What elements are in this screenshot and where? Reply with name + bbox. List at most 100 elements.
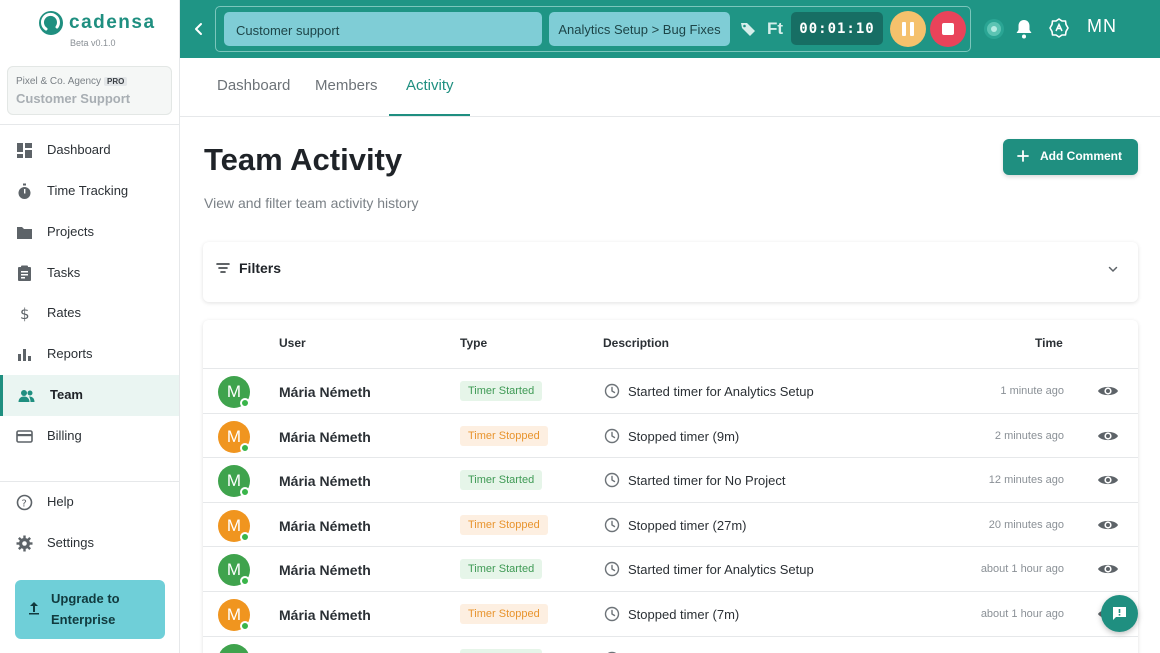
- clock-icon: [604, 472, 620, 488]
- activity-time: 20 minutes ago: [988, 518, 1064, 531]
- table-row[interactable]: M Mária Németh Timer Started Started timer …: [203, 457, 1138, 502]
- gear-icon: [16, 535, 33, 552]
- online-status-dot: [240, 398, 250, 408]
- brand-version: Beta v0.1.0: [70, 38, 116, 48]
- bar-chart-icon: [18, 349, 31, 361]
- clock-icon: [604, 383, 620, 399]
- timer-display: 00:01:10: [791, 12, 883, 45]
- eye-icon[interactable]: [1097, 428, 1119, 444]
- activity-time: 1 minute ago: [1000, 385, 1064, 397]
- activity-description: Stopped timer (27m): [628, 517, 747, 533]
- tab-members[interactable]: Members: [315, 77, 378, 94]
- clock-icon: [604, 517, 620, 532]
- avatar: M: [218, 643, 250, 653]
- table-row[interactable]: M Mária Németh Timer Stopped Stopped timer …: [203, 412, 1138, 458]
- activity-type-badge: Timer Started: [460, 381, 543, 401]
- sidebar-item-label: Time Tracking: [47, 183, 129, 198]
- tag-icon[interactable]: [740, 21, 756, 37]
- eye-icon[interactable]: [1097, 517, 1119, 533]
- column-header-user: User: [279, 336, 306, 350]
- workspace-org-name: Pixel & Co. Agency: [16, 76, 102, 87]
- online-status-dot: [240, 531, 250, 542]
- chevron-left-icon[interactable]: [192, 19, 206, 39]
- sidebar-item-billing[interactable]: Billing: [0, 416, 179, 457]
- filters-panel[interactable]: Filters: [203, 242, 1138, 302]
- sidebar-item-tasks[interactable]: Tasks: [0, 253, 179, 294]
- user-name: Mária Németh: [279, 517, 371, 534]
- page-subtitle: View and filter team activity history: [204, 195, 419, 211]
- activity-time: about 1 hour ago: [980, 563, 1064, 576]
- eye-icon[interactable]: [1097, 561, 1119, 577]
- add-comment-label: Add Comment: [1040, 149, 1122, 163]
- online-status-dot: [240, 621, 250, 631]
- chat-button[interactable]: [1101, 595, 1138, 632]
- chevron-down-icon: [1108, 266, 1118, 273]
- eye-icon[interactable]: [1097, 472, 1119, 488]
- billable-toggle[interactable]: Ft: [767, 19, 783, 39]
- activity-description: Started timer for No Project: [628, 473, 786, 489]
- plus-icon: [1017, 150, 1029, 162]
- upgrade-label-line2: Enterprise: [51, 612, 116, 627]
- sidebar-item-team[interactable]: Team: [0, 375, 179, 416]
- team-tabs: Dashboard Members Activity: [180, 58, 1160, 117]
- plan-badge: PRO: [104, 77, 128, 86]
- workspace-switcher[interactable]: Pixel & Co. Agency PRO Customer Support: [7, 66, 172, 115]
- activity-table: User Type Description Time M Mária Németh…: [203, 320, 1138, 653]
- table-row[interactable]: M Mária Németh Timer Stopped Stopped timer …: [203, 501, 1138, 547]
- column-header-type: Type: [460, 336, 488, 350]
- activity-type-badge: Timer Stopped: [460, 604, 548, 624]
- page-title: Team Activity: [204, 142, 403, 177]
- sidebar-divider: [0, 124, 180, 125]
- project-task-select[interactable]: Analytics Setup > Bug Fixes: [549, 12, 730, 46]
- brand-logo[interactable]: cadensa Beta v0.1.0: [38, 8, 158, 52]
- sidebar-item-label: Help: [47, 494, 74, 509]
- online-status-dot: [240, 487, 250, 498]
- stop-button[interactable]: [930, 11, 966, 47]
- stopwatch-icon: [18, 183, 31, 199]
- settings-gear-icon[interactable]: [1048, 17, 1070, 39]
- sidebar-item-label: Team: [50, 387, 83, 402]
- svg-text:?: ?: [22, 499, 27, 510]
- upgrade-label-line1: Upgrade to: [51, 591, 120, 606]
- user-name: Mária Németh: [279, 428, 371, 445]
- sidebar-item-label: Reports: [47, 346, 93, 361]
- sidebar: cadensa Beta v0.1.0 Pixel & Co. Agency PR…: [0, 0, 180, 653]
- table-row[interactable]: M Mária Németh Timer Started Started timer …: [203, 368, 1138, 413]
- sidebar-item-label: Tasks: [47, 265, 81, 280]
- clock-icon: [604, 562, 620, 577]
- sidebar-item-dashboard[interactable]: Dashboard: [0, 130, 179, 171]
- sidebar-item-rates[interactable]: $ Rates: [0, 293, 179, 334]
- user-avatar[interactable]: MN: [1087, 16, 1117, 37]
- sidebar-item-settings[interactable]: Settings: [0, 523, 179, 564]
- sidebar-item-help[interactable]: ? Help: [0, 482, 179, 523]
- table-row[interactable]: M Mária Németh Timer Stopped Stopped timer …: [203, 591, 1138, 636]
- activity-description: Stopped timer (9m): [628, 428, 740, 444]
- sidebar-item-reports[interactable]: Reports: [0, 334, 179, 375]
- clipboard-icon: [18, 265, 31, 281]
- pause-button[interactable]: [890, 11, 926, 47]
- sidebar-item-label: Projects: [47, 224, 94, 239]
- sidebar-item-time-tracking[interactable]: Time Tracking: [0, 171, 179, 212]
- user-name: Mária Németh: [279, 607, 371, 623]
- bell-icon[interactable]: [1015, 19, 1033, 39]
- customer-select[interactable]: Customer support: [224, 12, 542, 46]
- top-bar: Customer support Analytics Setup > Bug F…: [180, 0, 1160, 58]
- activity-type-badge: Timer Started: [460, 470, 543, 491]
- add-comment-button[interactable]: Add Comment: [1003, 139, 1138, 175]
- activity-time: 12 minutes ago: [988, 474, 1064, 487]
- upgrade-button[interactable]: Upgrade to Enterprise: [15, 580, 165, 639]
- table-row[interactable]: M Mária Németh Timer Started Started timer …: [203, 546, 1138, 591]
- eye-icon[interactable]: [1097, 383, 1119, 399]
- logo-icon: [39, 11, 63, 35]
- sidebar-item-projects[interactable]: Projects: [0, 212, 179, 253]
- activity-description: Stopped timer (7m): [628, 607, 740, 622]
- tab-activity[interactable]: Activity: [406, 77, 454, 94]
- column-header-time: Time: [1035, 336, 1063, 350]
- workspace-org: Pixel & Co. Agency PRO: [16, 76, 128, 87]
- table-row[interactable]: MMária NémethTimer Started: [203, 635, 1138, 653]
- activity-time: 2 minutes ago: [994, 429, 1064, 442]
- status-indicator: [987, 22, 1001, 36]
- folder-icon: [17, 227, 32, 239]
- activity-type-badge: Timer Started: [460, 559, 543, 580]
- tab-dashboard[interactable]: Dashboard: [217, 77, 290, 94]
